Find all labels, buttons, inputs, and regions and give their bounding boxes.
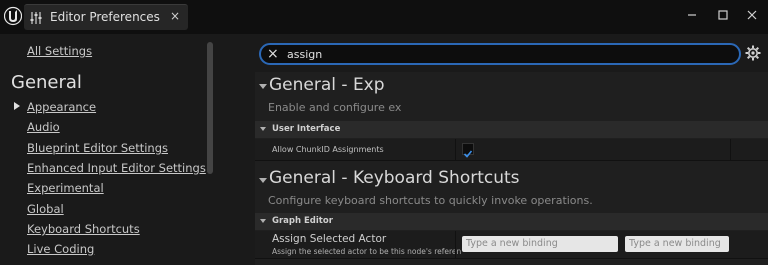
property-tooltip: Assign the selected actor to be this nod… (272, 247, 462, 256)
category-label: User Interface (272, 124, 341, 134)
category-user-interface[interactable]: User Interface (255, 121, 768, 138)
section-collapse-arrow-icon[interactable] (259, 178, 267, 183)
column-divider[interactable] (455, 231, 456, 258)
section-title-general-exp: General - Exp (269, 75, 385, 95)
gear-icon[interactable] (745, 45, 761, 61)
section-description: Enable and configure ex (268, 101, 402, 114)
expanded-arrow-icon (14, 102, 20, 110)
column-divider (730, 139, 731, 160)
binding-placeholder: Type a new binding (629, 238, 721, 249)
search-input[interactable]: × assign (259, 43, 741, 65)
sidebar-scrollbar[interactable] (207, 42, 213, 174)
title-bar: Editor Preferences × (0, 0, 768, 34)
sliders-icon (30, 12, 42, 24)
settings-sidebar: All Settings General Appearance Audio Bl… (0, 34, 218, 265)
sidebar-item-audio[interactable]: Audio (27, 120, 60, 134)
property-row: Allow ChunkID Assignments (255, 139, 768, 161)
allow-chunkid-checkbox[interactable] (462, 143, 474, 158)
close-icon[interactable] (743, 7, 761, 23)
sidebar-item-blueprint-editor-settings[interactable]: Blueprint Editor Settings (27, 141, 168, 155)
all-settings-link[interactable]: All Settings (27, 44, 92, 58)
clear-search-icon[interactable]: × (267, 47, 279, 61)
editor-preferences-tab[interactable]: Editor Preferences × (24, 4, 188, 30)
settings-main-panel: × assign General - Exp Enable and config… (218, 34, 768, 265)
sidebar-item-live-coding[interactable]: Live Coding (27, 242, 94, 256)
sidebar-item-keyboard-shortcuts[interactable]: Keyboard Shortcuts (27, 222, 140, 236)
section-collapse-arrow-icon[interactable] (259, 84, 267, 89)
property-name: Assign Selected Actor (272, 233, 387, 245)
binding-input-alternate[interactable]: Type a new binding (625, 236, 729, 252)
category-label: Graph Editor (272, 216, 333, 226)
minimize-icon[interactable] (683, 7, 701, 23)
maximize-icon[interactable] (714, 7, 732, 23)
unreal-logo-icon (4, 6, 22, 26)
column-divider[interactable] (455, 139, 456, 160)
category-arrow-icon (260, 219, 266, 223)
category-graph-editor[interactable]: Graph Editor (255, 213, 768, 230)
settings-content: General - Exp Enable and configure ex Us… (255, 72, 768, 265)
sidebar-heading-general: General (11, 72, 82, 93)
binding-placeholder: Type a new binding (466, 238, 558, 249)
search-value: assign (287, 48, 323, 61)
sidebar-item-experimental[interactable]: Experimental (27, 181, 104, 195)
property-row: Assign Selected Actor Assign the selecte… (255, 231, 768, 259)
category-arrow-icon (260, 127, 266, 131)
section-description: Configure keyboard shortcuts to quickly … (268, 194, 593, 207)
sidebar-item-enhanced-input-editor-settings[interactable]: Enhanced Input Editor Settings (27, 161, 206, 175)
binding-input-primary[interactable]: Type a new binding (462, 236, 618, 252)
tab-title: Editor Preferences (50, 10, 160, 24)
property-name: Allow ChunkID Assignments (272, 145, 384, 154)
checkmark-icon (463, 150, 473, 158)
section-title-keyboard-shortcuts: General - Keyboard Shortcuts (269, 168, 520, 188)
sidebar-item-appearance[interactable]: Appearance (27, 100, 96, 114)
tab-close-icon[interactable]: × (170, 9, 180, 23)
sidebar-item-global[interactable]: Global (27, 202, 64, 216)
